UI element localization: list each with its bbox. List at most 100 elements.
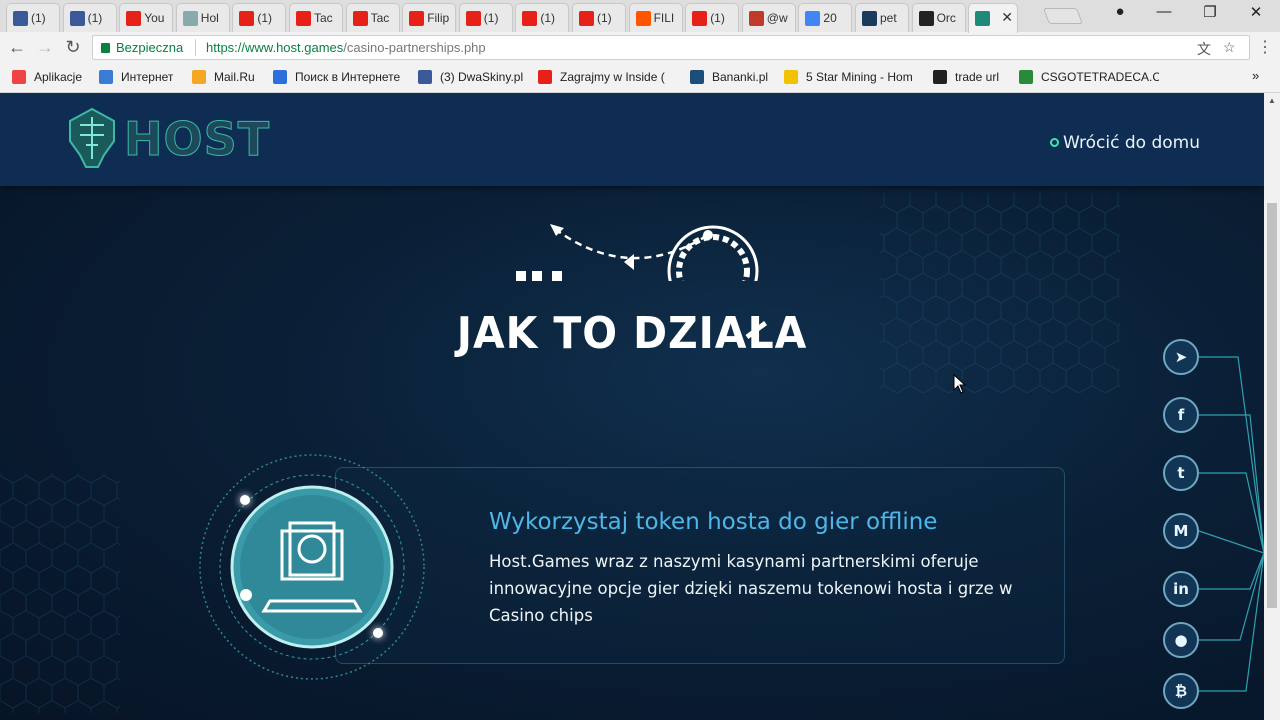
tab-title: 20 [823, 11, 837, 25]
bookmark-item[interactable]: Bananki.pl [690, 70, 768, 84]
browser-tab[interactable]: (1) [6, 3, 60, 32]
diamond-icon [182, 11, 198, 26]
globe-icon [99, 70, 113, 84]
restore-button[interactable]: ❐ [1187, 3, 1233, 25]
youtube-icon [579, 11, 594, 26]
cycle-graphic [516, 224, 759, 281]
host-logo-icon[interactable] [66, 107, 118, 169]
tab-title: (1) [31, 11, 46, 25]
browser-tab[interactable]: Tac [289, 3, 343, 32]
bookmark-item[interactable]: CSGOTETRADECA.CC [1019, 70, 1159, 84]
browser-tab[interactable]: @w [741, 3, 796, 32]
browser-tab[interactable]: (1) [62, 3, 117, 32]
bookmark-label: 5 Star Mining - Hom [806, 70, 913, 84]
reddit-icon[interactable]: ● [1163, 622, 1199, 658]
bookmark-label: Zagrajmy w Inside ( [560, 70, 665, 84]
tab-title: pet [880, 11, 897, 25]
tab-title: (1) [597, 11, 612, 25]
bookmark-star-icon[interactable]: ☆ [1223, 39, 1236, 56]
browser-tab[interactable]: (1) [685, 3, 740, 32]
browser-tab[interactable]: (1) [458, 3, 513, 32]
bookmarks-bar: Aplikacje Интернет Mail.Ru Поиск в Интернет… [0, 63, 1280, 93]
bookmark-label: CSGOTETRADECA.CC [1041, 70, 1159, 84]
url-text[interactable]: https://www.host.games/casino-partnershi… [206, 40, 486, 55]
page-heading: JAK TO DZIAŁA [456, 308, 808, 359]
facebook-icon [418, 70, 432, 84]
browser-tab[interactable]: Hol [175, 3, 230, 32]
bookmark-label: Aplikacje [34, 70, 83, 84]
youtube-icon [409, 11, 425, 26]
youtube-icon [538, 70, 552, 84]
secure-label: Bezpieczna [116, 40, 184, 55]
bookmark-item[interactable]: Поиск в Интернете [273, 70, 400, 84]
address-bar[interactable]: Bezpieczna https://www.host.games/casino… [92, 35, 1250, 60]
back-button[interactable]: ← [6, 37, 28, 58]
tab-title: (1) [257, 11, 273, 25]
scroll-thumb[interactable] [1267, 203, 1277, 608]
star-icon [784, 70, 798, 84]
url-host: https://www.host.games [206, 40, 344, 55]
more-bookmarks-icon[interactable]: » [1252, 68, 1259, 83]
reload-button[interactable]: ↻ [62, 37, 84, 58]
browser-tab[interactable]: You [119, 3, 174, 32]
facebook-icon [13, 11, 28, 26]
youtube-icon [296, 11, 311, 26]
bookmark-label: Mail.Ru [214, 70, 255, 84]
bookmark-item[interactable]: Интернет [99, 70, 173, 84]
tab-title: FILI [653, 11, 675, 25]
card-text: Host.Games wraz z naszymi kasynami partn… [489, 552, 1013, 625]
linkedin-icon[interactable]: in [1163, 571, 1199, 607]
bookmark-item[interactable]: Mail.Ru [192, 70, 255, 84]
home-link-label: Wrócić do domu [1063, 133, 1201, 153]
menu-icon[interactable]: ⋮ [1254, 37, 1276, 57]
browser-tab[interactable]: Orc [911, 3, 966, 32]
translate-icon[interactable]: 文 [1197, 39, 1211, 59]
circle-icon [1050, 138, 1059, 147]
forward-button[interactable]: → [34, 37, 56, 58]
browser-tab[interactable]: (1) [232, 3, 287, 32]
twitter-icon[interactable]: t [1163, 455, 1199, 491]
tab-title: (1) [710, 11, 725, 25]
bookmark-label: Интернет [121, 70, 174, 84]
browser-tab[interactable]: FILI [628, 3, 683, 32]
search-icon [273, 70, 287, 84]
glow-dot [373, 628, 383, 638]
host-logo-text[interactable]: HOST [123, 112, 270, 167]
facebook-icon[interactable]: f [1163, 397, 1199, 433]
wykop-icon [748, 11, 764, 26]
bookmark-item[interactable]: 5 Star Mining - Hom [784, 70, 913, 84]
telegram-icon[interactable]: ➤ [1163, 339, 1199, 375]
browser-chrome: (1) (1) You Hol (1) Tac Tac Filip (1) (1) (1) FILI (… [0, 0, 1280, 93]
glow-dot [240, 495, 250, 505]
browser-tab[interactable]: (1) [572, 3, 626, 32]
bookmark-item[interactable]: Aplikacje [12, 70, 82, 84]
bookmark-label: Bananki.pl [712, 70, 769, 84]
close-window-button[interactable]: ✕ [1233, 3, 1279, 25]
host-icon [975, 11, 991, 26]
close-tab-icon[interactable]: ✕ [1001, 9, 1013, 26]
social-links: ➤ f t Min ● ₿ [1150, 323, 1264, 720]
browser-tab[interactable]: (1) [515, 3, 570, 32]
medium-icon[interactable]: M [1163, 513, 1199, 549]
browser-tab[interactable]: Tac [345, 3, 400, 32]
browser-tab[interactable]: 20 [798, 3, 853, 32]
steam-icon [933, 70, 947, 84]
new-tab-button[interactable] [1043, 8, 1083, 24]
tab-title: Tac [314, 11, 333, 25]
browser-tab[interactable]: Filip [402, 3, 457, 32]
url-path: /casino-partnerships.php [343, 40, 486, 55]
youtube-icon [239, 11, 255, 26]
minimize-button[interactable]: — [1141, 3, 1187, 25]
bookmark-item[interactable]: (3) DwaSkiny.pl [418, 70, 523, 84]
youtube-icon [126, 11, 142, 26]
secure-indicator[interactable]: Bezpieczna [101, 40, 183, 55]
browser-tab[interactable]: pet [855, 3, 909, 32]
page-scrollbar[interactable]: ▲ [1264, 93, 1280, 720]
bookmark-item[interactable]: trade url [933, 70, 999, 84]
scroll-up-arrow[interactable]: ▲ [1268, 96, 1276, 105]
profile-icon[interactable]: ● [1097, 3, 1143, 25]
bitcoin-icon[interactable]: ₿ [1163, 673, 1199, 709]
bookmark-item[interactable]: Zagrajmy w Inside ( [538, 70, 665, 84]
home-link[interactable]: Wrócić do domu [1050, 133, 1200, 153]
browser-tab[interactable]: ✕ [968, 3, 1019, 33]
